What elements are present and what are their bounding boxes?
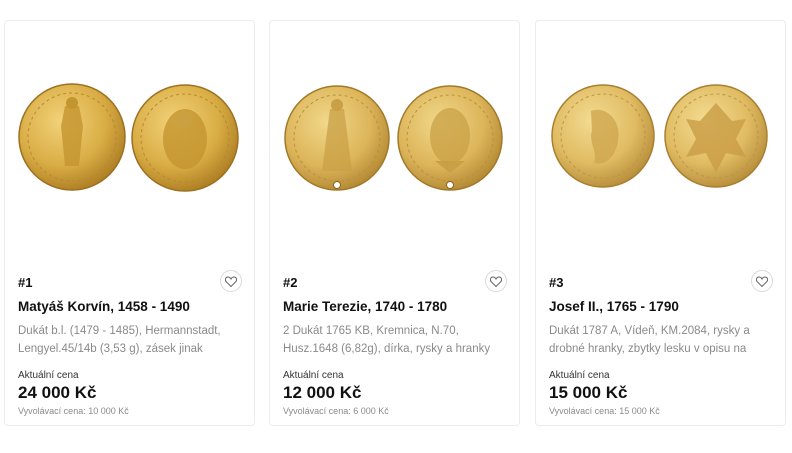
auction-item-card[interactable]: #3 Josef II., 1765 - 1790 Dukát 1787 A, … [535, 20, 786, 426]
coin-image[interactable] [536, 21, 785, 251]
item-title[interactable]: Matyáš Korvín, 1458 - 1490 [18, 299, 190, 314]
current-price: 24 000 Kč [18, 383, 97, 402]
heart-icon [490, 275, 502, 287]
item-title[interactable]: Marie Terezie, 1740 - 1780 [283, 299, 447, 314]
current-price: 12 000 Kč [283, 383, 362, 402]
lot-number: #1 [18, 275, 33, 290]
current-price-label: Aktuální cena [18, 370, 79, 381]
reserve-price: Vyvolávací cena: 10 000 Kč [18, 406, 129, 416]
heart-icon [756, 275, 768, 287]
lot-number: #3 [549, 275, 564, 290]
current-price-label: Aktuální cena [549, 370, 610, 381]
auction-item-card[interactable]: #2 Marie Terezie, 1740 - 1780 2 Dukát 17… [269, 20, 520, 426]
coin-pair-image [18, 83, 239, 192]
reserve-price: Vyvolávací cena: 6 000 Kč [283, 406, 389, 416]
item-description: 2 Dukát 1765 KB, Kremnica, N.70, Husz.16… [283, 325, 491, 355]
coin-image[interactable] [270, 21, 519, 251]
coin-image[interactable] [5, 21, 254, 251]
auction-item-card[interactable]: #1 Matyáš Korvín, 1458 - 1490 Dukát b.l.… [4, 20, 255, 426]
coin-pair-image [284, 85, 503, 191]
current-price-label: Aktuální cena [283, 370, 344, 381]
reserve-price: Vyvolávací cena: 15 000 Kč [549, 406, 660, 416]
favorite-button[interactable] [751, 270, 773, 292]
favorite-button[interactable] [485, 270, 507, 292]
lot-number: #2 [283, 275, 298, 290]
heart-icon [225, 275, 237, 287]
current-price: 15 000 Kč [549, 383, 628, 402]
coin-pair-image [551, 84, 768, 188]
favorite-button[interactable] [220, 270, 242, 292]
item-description: Dukát 1787 A, Vídeň, KM.2084, rysky a dr… [549, 325, 750, 355]
item-description: Dukát b.l. (1479 - 1485), Hermannstadt, … [18, 325, 221, 355]
item-title[interactable]: Josef II., 1765 - 1790 [549, 299, 679, 314]
